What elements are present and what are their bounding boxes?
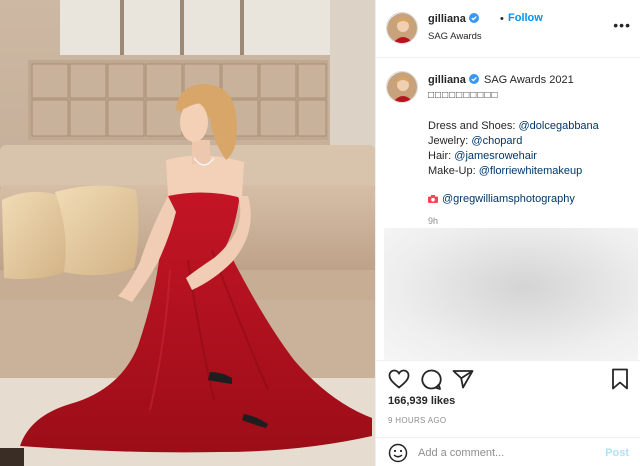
credit-line: Hair: @jamesrowehair [428, 150, 537, 162]
separator-dot: • [500, 13, 504, 25]
caption: gilliana SAG Awards 2021 □□□□□□□□□□ Dres… [376, 59, 640, 226]
bookmark-icon[interactable] [611, 368, 629, 390]
woman-in-red-gown-image [0, 0, 375, 466]
credit-label: Jewelry: [428, 135, 472, 147]
caption-username[interactable]: gilliana [428, 74, 479, 86]
mention-link[interactable]: @gregwilliamsphotography [442, 193, 575, 205]
comment-bar: Post [376, 437, 640, 466]
username[interactable]: gilliana [428, 13, 479, 25]
post-photo[interactable] [0, 0, 375, 466]
emoji-icon[interactable] [388, 443, 408, 463]
share-icon[interactable] [452, 369, 474, 389]
mention-link[interactable]: @florriewhitemakeup [479, 165, 583, 177]
more-options-icon[interactable]: ••• [613, 18, 631, 32]
post-header: gilliana • Follow SAG Awards ••• [376, 0, 640, 58]
post-timestamp[interactable]: 9 HOURS AGO [388, 416, 446, 425]
caption-time: 9h [428, 216, 439, 226]
like-count[interactable]: 166,939 likes [388, 395, 455, 407]
caption-username-text[interactable]: gilliana [428, 74, 466, 86]
credit-label: Make-Up: [428, 165, 479, 177]
credit-line: Make-Up: @florriewhitemakeup [428, 165, 582, 177]
mention-link[interactable]: @jamesrowehair [454, 150, 537, 162]
caption-emoji-line: □□□□□□□□□□ [428, 90, 499, 101]
heart-icon[interactable] [388, 369, 410, 389]
credit-label: Hair: [428, 150, 455, 162]
verified-badge-icon [468, 13, 479, 23]
post-sidebar: gilliana • Follow SAG Awards ••• gillian… [375, 0, 640, 466]
username-text[interactable]: gilliana [428, 13, 466, 25]
mention-link[interactable]: @chopard [471, 135, 522, 147]
location-link[interactable]: SAG Awards [428, 31, 482, 42]
actions-bar: 166,939 likes 9 HOURS AGO Post [376, 360, 640, 466]
avatar-image [387, 13, 417, 43]
avatar-image [387, 72, 417, 102]
caption-avatar[interactable] [386, 71, 418, 103]
follow-button[interactable]: Follow [508, 12, 543, 24]
credit-line: Jewelry: @chopard [428, 135, 522, 147]
credit-label: Dress and Shoes: [428, 120, 519, 132]
mention-link[interactable]: @dolcegabbana [519, 120, 599, 132]
camera-icon [428, 195, 438, 203]
blurred-comments-area [384, 228, 638, 360]
avatar[interactable] [386, 12, 418, 44]
comment-input[interactable] [418, 444, 588, 462]
credit-line: Dress and Shoes: @dolcegabbana [428, 120, 599, 132]
caption-title: SAG Awards 2021 [484, 74, 574, 86]
comment-icon[interactable] [420, 369, 442, 390]
verified-badge-icon [468, 74, 479, 84]
post-button[interactable]: Post [605, 447, 629, 459]
photographer-line: @gregwilliamsphotography [428, 193, 575, 205]
